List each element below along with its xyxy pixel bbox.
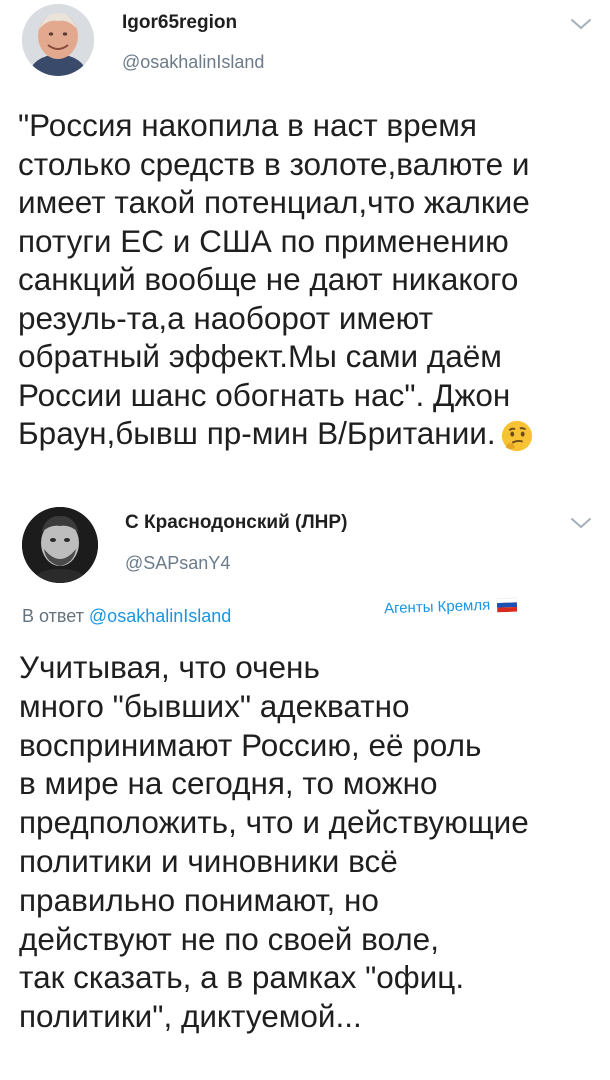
tweet-text-line: резуль-та,а наоборот имеют	[18, 299, 434, 336]
reply-context: В ответ @osakhalinIsland	[22, 606, 231, 627]
tweet-text-line: имеет такой потенциал,что жалкие	[18, 184, 530, 220]
tweet-original: Igor65region @osakhalinIsland "Россия на…	[0, 0, 610, 500]
tweet-text-line: воспринимают Россию, её роль	[19, 726, 482, 763]
tweet-text: Учитывая, что очень много "бывших" адекв…	[19, 648, 609, 1036]
tweet-text-line: действуют не по своей воле,	[19, 920, 439, 957]
author-handle[interactable]: @osakhalinIsland	[122, 52, 264, 73]
tweet-text-line: санкций вообще не дают никакого	[18, 261, 519, 297]
tweet-text-line: правильно понимают, но	[19, 881, 379, 918]
chevron-down-icon[interactable]	[566, 513, 596, 533]
tweet-text-line: столько средств в золоте,валюте и	[18, 145, 530, 182]
tweet-text-line: в мире на сегодня, то можно	[19, 765, 438, 802]
avatar[interactable]	[22, 507, 98, 583]
tweet-text-line: так сказать, а в рамках "офиц.	[19, 959, 465, 996]
tweet-text: "Россия накопила в наст время столько ср…	[18, 106, 608, 453]
tweet-text-line: политики и чиновники всё	[19, 842, 398, 879]
tweet-text-line-last: Браун,бывш пр-мин В/Британии.	[18, 414, 608, 453]
tweet-text-line: "Россия накопила в наст время	[18, 107, 477, 143]
tweet-text-line: много "бывших" адекватно	[19, 687, 410, 724]
tweet-text-line: политики", диктуемой...	[19, 998, 362, 1035]
tweet-text-line: обратный эффект.Мы сами даём	[18, 338, 502, 374]
avatar-photo	[22, 507, 98, 583]
tweet-text-line: потуги ЕС и США по применению	[18, 222, 509, 259]
tweet-text-line: России шанс обогнать нас". Джон	[18, 376, 511, 413]
tweet-text-line: Браун,бывш пр-мин В/Британии.	[18, 415, 496, 451]
reply-prefix: В ответ	[22, 606, 84, 626]
thinking-face-icon	[501, 420, 532, 451]
author-handle[interactable]: @SAPsanY4	[125, 553, 230, 574]
avatar[interactable]	[22, 4, 94, 76]
reply-handle-link[interactable]: @osakhalinIsland	[89, 606, 231, 626]
author-name[interactable]: С Краснодонский (ЛНР)	[125, 512, 347, 534]
author-name[interactable]: Igor65region	[122, 12, 237, 34]
tweet-text-line: Учитывая, что очень	[19, 649, 320, 685]
avatar-photo	[22, 4, 94, 76]
tweet-text-line: предположить, что и действующие	[19, 804, 529, 841]
chevron-down-icon[interactable]	[566, 14, 596, 34]
russian-flag-icon	[496, 597, 518, 613]
